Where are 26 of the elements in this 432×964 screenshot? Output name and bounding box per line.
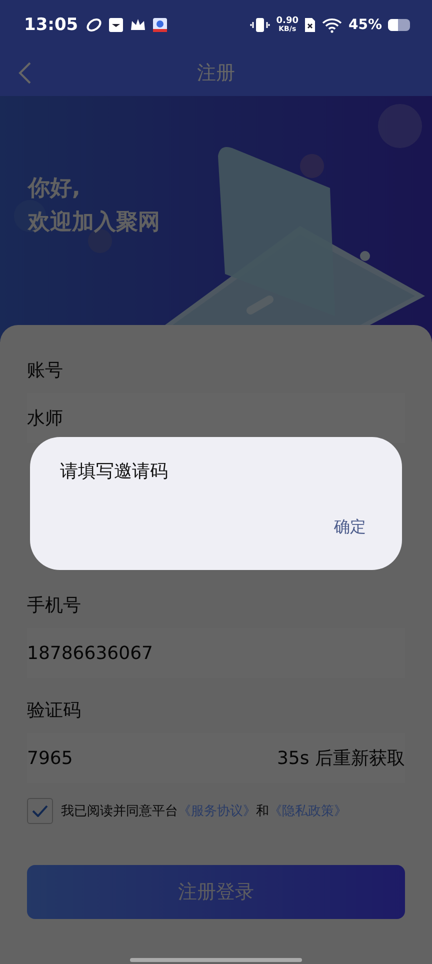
- field-label: 账号: [27, 359, 64, 383]
- clock-time: 13:05: [24, 15, 78, 35]
- vibrate-icon: [250, 17, 270, 33]
- back-icon: [18, 61, 32, 85]
- dialog-message: 请填写邀请码: [60, 460, 169, 484]
- battery-percent: 45%: [348, 17, 382, 33]
- sim-card-icon: [304, 17, 316, 33]
- resend-link[interactable]: 35s 后重新获取: [276, 746, 405, 770]
- wifi-icon: [322, 17, 342, 33]
- inbox-icon: [108, 17, 124, 33]
- greeting-text: 你好,: [28, 175, 82, 203]
- page-title: 注册: [197, 61, 235, 86]
- agreement-link[interactable]: 《服务协议》: [178, 804, 256, 819]
- check-icon: [32, 805, 48, 817]
- network-speed: 0.90: [276, 17, 298, 26]
- app-icon: [152, 17, 168, 33]
- back-button[interactable]: [18, 61, 32, 85]
- agree-checkbox[interactable]: [27, 798, 53, 824]
- agreement-link[interactable]: 《隐私政策》: [269, 804, 347, 819]
- field-label: 验证码: [27, 699, 82, 723]
- crown-icon: [130, 17, 146, 33]
- confirm-button[interactable]: 确定: [334, 517, 366, 538]
- battery-icon: [388, 19, 410, 31]
- field-label: 手机号: [27, 594, 82, 618]
- agreement-text: 我已阅读并同意平台《服务协议》和《隐私政策》: [61, 803, 347, 820]
- welcome-text: 欢迎加入聚网: [28, 208, 160, 237]
